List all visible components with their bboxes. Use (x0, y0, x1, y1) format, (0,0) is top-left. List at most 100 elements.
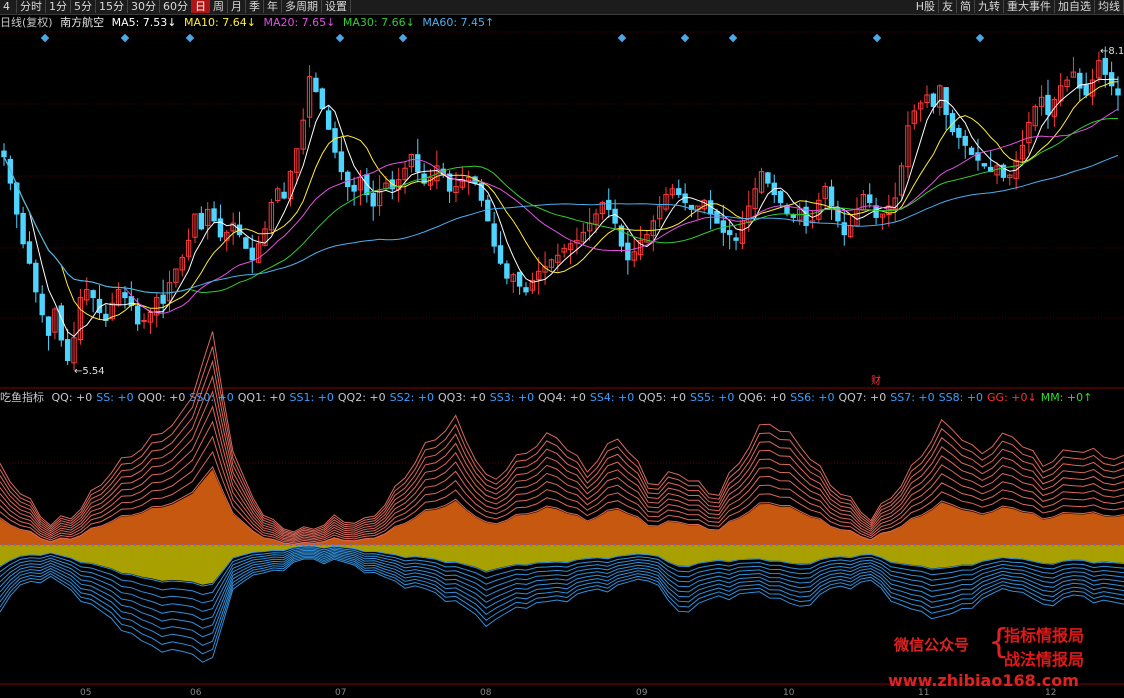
zero-dot (164, 544, 166, 546)
zero-dot (758, 544, 760, 546)
zero-dot (398, 544, 400, 546)
zero-dot (536, 544, 538, 546)
zero-dot (800, 544, 802, 546)
candle-body (90, 290, 96, 299)
zero-dot (1010, 544, 1012, 546)
zero-dot (656, 544, 658, 546)
zero-dot (620, 544, 622, 546)
zero-dot (608, 544, 610, 546)
candle-body (676, 188, 682, 196)
zero-dot (434, 544, 436, 546)
zero-dot (116, 544, 118, 546)
candle-body (198, 212, 205, 230)
zero-dot (884, 544, 886, 546)
zero-dot (1022, 544, 1024, 546)
zero-dot (146, 544, 148, 546)
zero-dot (806, 544, 808, 546)
candle-body (930, 93, 937, 107)
zero-dot (326, 544, 328, 546)
zero-dot (230, 544, 232, 546)
zero-dot (122, 544, 124, 546)
zero-dot (284, 544, 286, 546)
candle-body (325, 110, 332, 130)
zero-dot (548, 544, 550, 546)
candle-body (122, 292, 128, 299)
zero-dot (770, 544, 772, 546)
candle-body (26, 241, 33, 264)
zero-dot (986, 544, 988, 546)
candle-body (726, 230, 733, 236)
candle-body (211, 208, 217, 222)
zero-dot (188, 544, 190, 546)
zero-dot (1088, 544, 1090, 546)
zero-dot (80, 544, 82, 546)
zero-dot (980, 544, 982, 546)
candle-body (249, 247, 255, 261)
zero-dot (974, 544, 976, 546)
zero-dot (50, 544, 52, 546)
zero-dot (908, 544, 910, 546)
candle-body (7, 158, 14, 184)
zero-dot (392, 544, 394, 546)
signal-diamond-9 (975, 33, 985, 43)
lower-fill-area (0, 545, 1124, 585)
zero-dot (26, 544, 28, 546)
zero-dot (416, 544, 418, 546)
zero-dot (746, 544, 748, 546)
zero-dot (56, 544, 58, 546)
zero-dot (350, 544, 352, 546)
candle-body (351, 184, 357, 192)
candle-body (504, 263, 510, 279)
watermark-right-1: 指标情报局 (1004, 626, 1085, 645)
zero-dot (236, 544, 238, 546)
zero-dot (1016, 544, 1018, 546)
candle-body (765, 172, 771, 184)
zero-dot (62, 544, 64, 546)
candle-body (281, 191, 287, 199)
zero-dot (950, 544, 952, 546)
zero-dot (842, 544, 844, 546)
zero-dot (644, 544, 646, 546)
zero-dot (248, 544, 250, 546)
zero-dot (446, 544, 448, 546)
zero-dot (704, 544, 706, 546)
zero-dot (470, 544, 472, 546)
zero-dot (752, 544, 754, 546)
zero-dot (194, 544, 196, 546)
zero-dot (374, 544, 376, 546)
zero-dot (320, 544, 322, 546)
zero-dot (140, 544, 142, 546)
candle-body (962, 135, 968, 146)
candle-body (160, 294, 166, 304)
zero-dot (560, 544, 562, 546)
signal-diamond-1 (120, 33, 130, 43)
zero-dot (32, 544, 34, 546)
low-price-label: ←5.54 (74, 366, 105, 377)
zero-dot (206, 544, 208, 546)
zero-dot (428, 544, 430, 546)
zero-dot (458, 544, 460, 546)
candle-body (491, 223, 497, 247)
zero-dot (932, 544, 934, 546)
zero-dot (674, 544, 676, 546)
zero-dot (440, 544, 442, 546)
zero-dot (422, 544, 424, 546)
zero-dot (650, 544, 652, 546)
zero-dot (212, 544, 214, 546)
zero-dot (542, 544, 544, 546)
zero-dot (488, 544, 490, 546)
zero-dot (686, 544, 688, 546)
zero-dot (722, 544, 724, 546)
chart-area[interactable]: ←8.12 ←5.54 财 (0, 0, 1124, 697)
zero-dot (956, 544, 958, 546)
zero-dot (296, 544, 298, 546)
zero-dot (74, 544, 76, 546)
zero-dot (482, 544, 484, 546)
candle-body (128, 296, 135, 307)
zero-dot (728, 544, 730, 546)
candle-body (319, 88, 325, 110)
zero-dot (854, 544, 856, 546)
zero-dot (380, 544, 382, 546)
zero-dot (356, 544, 358, 546)
zero-dot (452, 544, 454, 546)
